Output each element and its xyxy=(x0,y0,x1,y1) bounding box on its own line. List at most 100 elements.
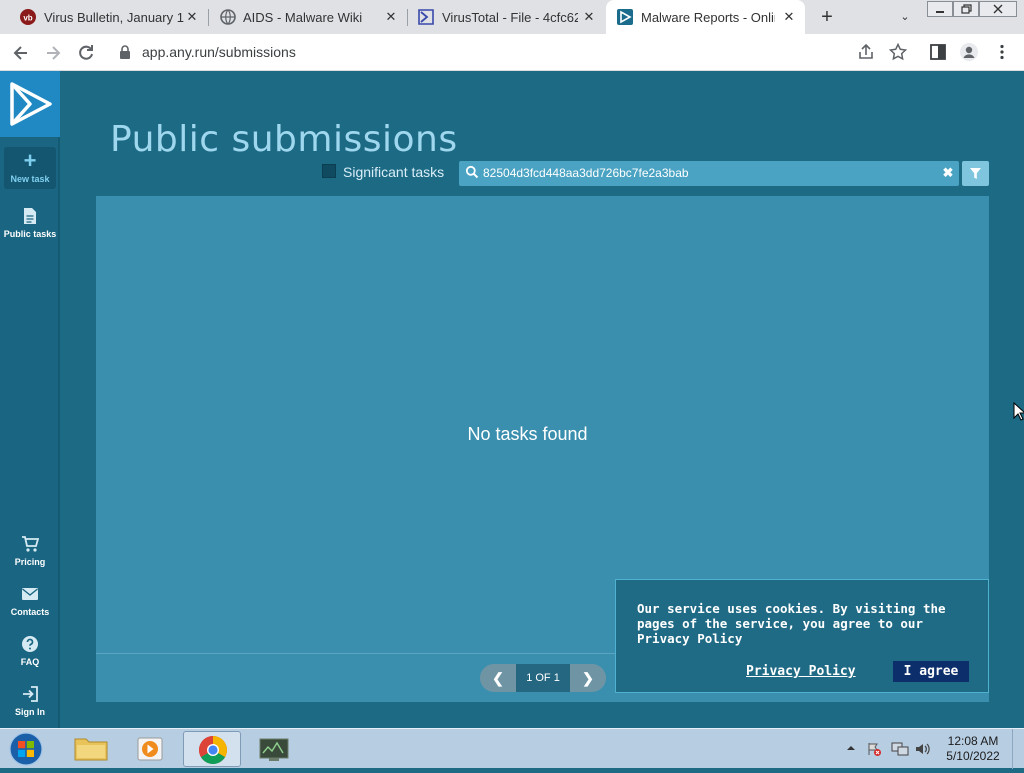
folder-icon xyxy=(74,738,108,761)
browser-toolbar: app.any.run/submissions xyxy=(0,34,1024,71)
profile-button[interactable] xyxy=(959,42,979,62)
minimize-button[interactable] xyxy=(927,1,953,17)
tab-label: VirusTotal - File - 4cfc627 xyxy=(442,10,578,25)
sidebar-item-faq[interactable]: FAQ xyxy=(0,634,60,667)
sidebar-item-label: Public tasks xyxy=(3,229,57,239)
system-clock[interactable]: 12:08 AM 5/10/2022 xyxy=(940,734,1006,764)
clock-date: 5/10/2022 xyxy=(946,749,1000,763)
significant-tasks-label[interactable]: Significant tasks xyxy=(343,164,444,180)
plus-icon: + xyxy=(23,148,37,173)
search-input[interactable] xyxy=(483,164,933,182)
profile-icon xyxy=(960,43,978,61)
help-icon xyxy=(22,636,38,652)
tray-network[interactable] xyxy=(891,741,909,760)
sidebar-item-sign-in[interactable]: Sign In xyxy=(0,684,60,717)
forward-button[interactable] xyxy=(42,42,64,64)
speaker-icon xyxy=(916,743,930,755)
close-icon[interactable]: ✕ xyxy=(382,8,400,26)
sidebar-item-new-task[interactable]: + New task xyxy=(4,147,56,189)
back-button[interactable] xyxy=(10,42,32,64)
share-icon xyxy=(859,43,873,59)
kebab-menu-icon xyxy=(1000,44,1004,60)
tab-virustotal[interactable]: VirusTotal - File - 4cfc627 ✕ xyxy=(408,0,606,34)
taskbar-file-explorer[interactable] xyxy=(62,731,120,767)
arrow-right-icon xyxy=(47,46,61,60)
tab-malware-reports[interactable]: Malware Reports - Online ✕ xyxy=(606,0,805,34)
next-page-button[interactable]: ❯ xyxy=(570,664,606,692)
restore-icon xyxy=(961,4,972,14)
reload-icon xyxy=(79,45,93,60)
tab-label: AIDS - Malware Wiki xyxy=(243,10,363,25)
close-icon[interactable]: ✕ xyxy=(580,8,598,26)
browser-tab-strip: vb Virus Bulletin, January 19 ✕ AIDS - M… xyxy=(0,0,1024,34)
sidebar-item-contacts[interactable]: Contacts xyxy=(0,584,60,617)
monitor-icon xyxy=(259,738,289,761)
action-center-flag-icon xyxy=(868,743,881,756)
show-desktop-button[interactable] xyxy=(1012,729,1024,769)
globe-icon xyxy=(220,9,236,25)
address-bar[interactable]: app.any.run/submissions xyxy=(108,38,944,67)
lock-icon xyxy=(120,45,130,59)
empty-state-message: No tasks found xyxy=(467,424,588,444)
clear-search-icon[interactable]: ✖ xyxy=(941,165,955,181)
sign-in-icon xyxy=(23,686,38,702)
start-button[interactable] xyxy=(6,731,46,767)
star-icon xyxy=(888,42,908,61)
sidebar-item-label: Sign In xyxy=(15,707,45,717)
filter-icon xyxy=(970,168,981,179)
vb-icon: vb xyxy=(20,9,36,25)
cookie-banner: Our service uses cookies. By visiting th… xyxy=(615,579,989,693)
significant-tasks-checkbox[interactable] xyxy=(322,164,336,178)
taskbar-network-app[interactable] xyxy=(245,731,303,767)
chevron-up-icon xyxy=(847,746,855,750)
new-tab-button[interactable]: + xyxy=(817,7,837,27)
restore-button[interactable] xyxy=(953,1,979,17)
sidebar-item-label: Contacts xyxy=(10,607,50,617)
filter-button[interactable] xyxy=(962,161,989,186)
page-title: Public submissions xyxy=(110,119,458,160)
previous-page-button[interactable]: ❮ xyxy=(480,664,516,692)
tab-virus-bulletin[interactable]: vb Virus Bulletin, January 19 ✕ xyxy=(8,0,208,34)
tab-label: Virus Bulletin, January 19 xyxy=(44,10,184,25)
sidebar-item-label: New task xyxy=(10,174,50,184)
close-icon[interactable]: ✕ xyxy=(780,8,798,26)
minimize-icon xyxy=(936,11,944,13)
taskbar-chrome[interactable] xyxy=(183,731,241,767)
side-panel-button[interactable] xyxy=(928,42,948,62)
agree-button[interactable]: I agree xyxy=(893,661,969,682)
taskbar-media-player[interactable] xyxy=(122,731,180,767)
search-icon xyxy=(465,165,479,179)
network-icon xyxy=(891,742,909,756)
reload-button[interactable] xyxy=(75,42,97,64)
chrome-icon xyxy=(199,736,227,764)
windows-taskbar: 12:08 AM 5/10/2022 xyxy=(0,728,1024,769)
close-icon xyxy=(993,4,1003,14)
any-run-app: + New task Public tasks Pricing Contacts xyxy=(0,71,1024,728)
tray-volume[interactable] xyxy=(914,741,932,760)
privacy-policy-link[interactable]: Privacy Policy xyxy=(746,664,856,679)
clock-time: 12:08 AM xyxy=(947,734,999,748)
mouse-cursor-icon xyxy=(1013,402,1024,421)
close-window-button[interactable] xyxy=(979,1,1017,17)
tray-flag[interactable] xyxy=(866,741,882,760)
share-button[interactable] xyxy=(856,42,876,62)
any-run-logo[interactable] xyxy=(0,71,60,137)
media-player-icon xyxy=(137,737,163,761)
any-run-logo-icon xyxy=(10,82,52,126)
cookie-message: Our service uses cookies. By visiting th… xyxy=(637,601,946,646)
sidebar: + New task Public tasks Pricing Contacts xyxy=(0,71,60,728)
browser-menu-button[interactable] xyxy=(992,42,1012,62)
page-indicator: 1 OF 1 xyxy=(516,664,570,692)
document-icon xyxy=(24,208,36,224)
side-panel-icon xyxy=(930,44,946,60)
sidebar-item-public-tasks[interactable]: Public tasks xyxy=(0,206,60,239)
tab-search-button[interactable]: ⌄ xyxy=(896,8,914,26)
search-box: ✖ xyxy=(459,161,959,186)
tab-aids-malware-wiki[interactable]: AIDS - Malware Wiki ✕ xyxy=(209,0,407,34)
bookmark-button[interactable] xyxy=(888,42,908,62)
show-hidden-icons-button[interactable] xyxy=(846,741,856,758)
sidebar-item-pricing[interactable]: Pricing xyxy=(0,534,60,567)
sidebar-item-label: FAQ xyxy=(20,657,40,667)
close-icon[interactable]: ✕ xyxy=(183,8,201,26)
windows-start-icon xyxy=(9,732,43,766)
